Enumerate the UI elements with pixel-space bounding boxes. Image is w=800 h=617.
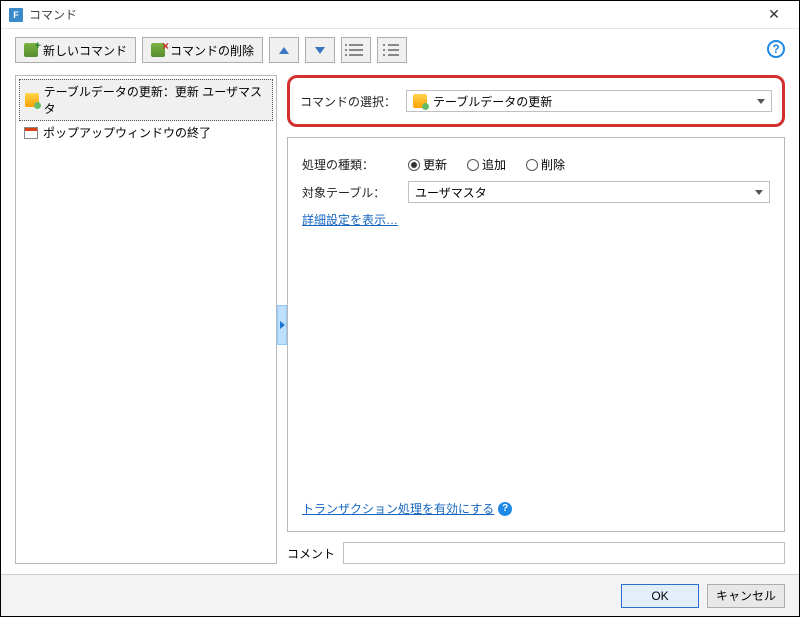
detail-settings-link[interactable]: 詳細設定を表示… bbox=[302, 211, 398, 228]
radio-delete[interactable]: 削除 bbox=[526, 156, 565, 173]
panel-splitter[interactable] bbox=[277, 305, 287, 345]
command-select-section: コマンドの選択： テーブルデータの更新 bbox=[287, 75, 785, 127]
process-type-row: 処理の種類： 更新 追加 削除 bbox=[302, 156, 770, 173]
list-view2-button[interactable] bbox=[377, 37, 407, 63]
target-table-dropdown[interactable]: ユーザマスタ bbox=[408, 181, 770, 203]
radio-update[interactable]: 更新 bbox=[408, 156, 447, 173]
list-view1-button[interactable] bbox=[341, 37, 371, 63]
popup-icon bbox=[24, 127, 38, 139]
command-dialog: F コマンド ✕ 新しいコマンド コマンドの削除 ? テーブルデータの更新：更新… bbox=[0, 0, 800, 617]
tree-item-table-update[interactable]: テーブルデータの更新：更新 ユーザマスタ bbox=[19, 79, 273, 121]
target-table-value: ユーザマスタ bbox=[415, 184, 487, 201]
process-type-label: 処理の種類： bbox=[302, 156, 402, 173]
app-icon: F bbox=[9, 8, 23, 22]
command-settings-section: 処理の種類： 更新 追加 削除 対象テーブル： ユーザマスタ 詳細設定を表示… bbox=[287, 137, 785, 532]
help-icon[interactable]: ? bbox=[498, 502, 512, 516]
target-table-row: 対象テーブル： ユーザマスタ bbox=[302, 181, 770, 203]
radio-icon bbox=[526, 159, 538, 171]
table-icon bbox=[25, 93, 39, 107]
comment-section: コメント bbox=[287, 542, 785, 564]
new-icon bbox=[24, 43, 38, 57]
caret-down-icon bbox=[757, 99, 765, 104]
new-command-label: 新しいコマンド bbox=[43, 42, 127, 59]
move-up-button[interactable] bbox=[269, 37, 299, 63]
cancel-button[interactable]: キャンセル bbox=[707, 584, 785, 608]
radio-icon bbox=[467, 159, 479, 171]
tree-item-popup-close[interactable]: ポップアップウィンドウの終了 bbox=[19, 121, 273, 144]
help-button[interactable]: ? bbox=[767, 40, 785, 58]
caret-down-icon bbox=[755, 190, 763, 195]
radio-add[interactable]: 追加 bbox=[467, 156, 506, 173]
tree-item-label: ポップアップウィンドウの終了 bbox=[43, 124, 211, 141]
command-select-value: テーブルデータの更新 bbox=[433, 93, 552, 110]
target-table-label: 対象テーブル： bbox=[302, 184, 402, 201]
toolbar: 新しいコマンド コマンドの削除 ? bbox=[1, 29, 799, 71]
comment-label: コメント bbox=[287, 545, 335, 562]
command-detail-panel: コマンドの選択： テーブルデータの更新 処理の種類： 更新 追加 削除 対象テ bbox=[287, 75, 785, 564]
new-command-button[interactable]: 新しいコマンド bbox=[15, 37, 136, 63]
delete-command-button[interactable]: コマンドの削除 bbox=[142, 37, 263, 63]
arrow-down-icon bbox=[315, 47, 325, 54]
delete-command-label: コマンドの削除 bbox=[170, 42, 254, 59]
table-icon bbox=[413, 94, 427, 108]
titlebar: F コマンド ✕ bbox=[1, 1, 799, 29]
command-select-dropdown[interactable]: テーブルデータの更新 bbox=[406, 90, 772, 112]
content-area: テーブルデータの更新：更新 ユーザマスタ ポップアップウィンドウの終了 コマンド… bbox=[1, 71, 799, 574]
transaction-link[interactable]: トランザクション処理を有効にする bbox=[302, 500, 494, 517]
close-button[interactable]: ✕ bbox=[757, 4, 791, 26]
ok-button[interactable]: OK bbox=[621, 584, 699, 608]
settings-empty-area bbox=[302, 232, 770, 494]
comment-input[interactable] bbox=[343, 542, 785, 564]
window-title: コマンド bbox=[29, 6, 757, 23]
list-indent-icon bbox=[385, 44, 399, 56]
tree-item-label: テーブルデータの更新：更新 ユーザマスタ bbox=[44, 83, 267, 117]
list-icon bbox=[349, 44, 363, 56]
command-select-label: コマンドの選択： bbox=[300, 93, 400, 110]
command-list-panel: テーブルデータの更新：更新 ユーザマスタ ポップアップウィンドウの終了 bbox=[15, 75, 277, 564]
delete-icon bbox=[151, 43, 165, 57]
arrow-up-icon bbox=[279, 47, 289, 54]
move-down-button[interactable] bbox=[305, 37, 335, 63]
radio-icon bbox=[408, 159, 420, 171]
dialog-footer: OK キャンセル bbox=[1, 574, 799, 616]
